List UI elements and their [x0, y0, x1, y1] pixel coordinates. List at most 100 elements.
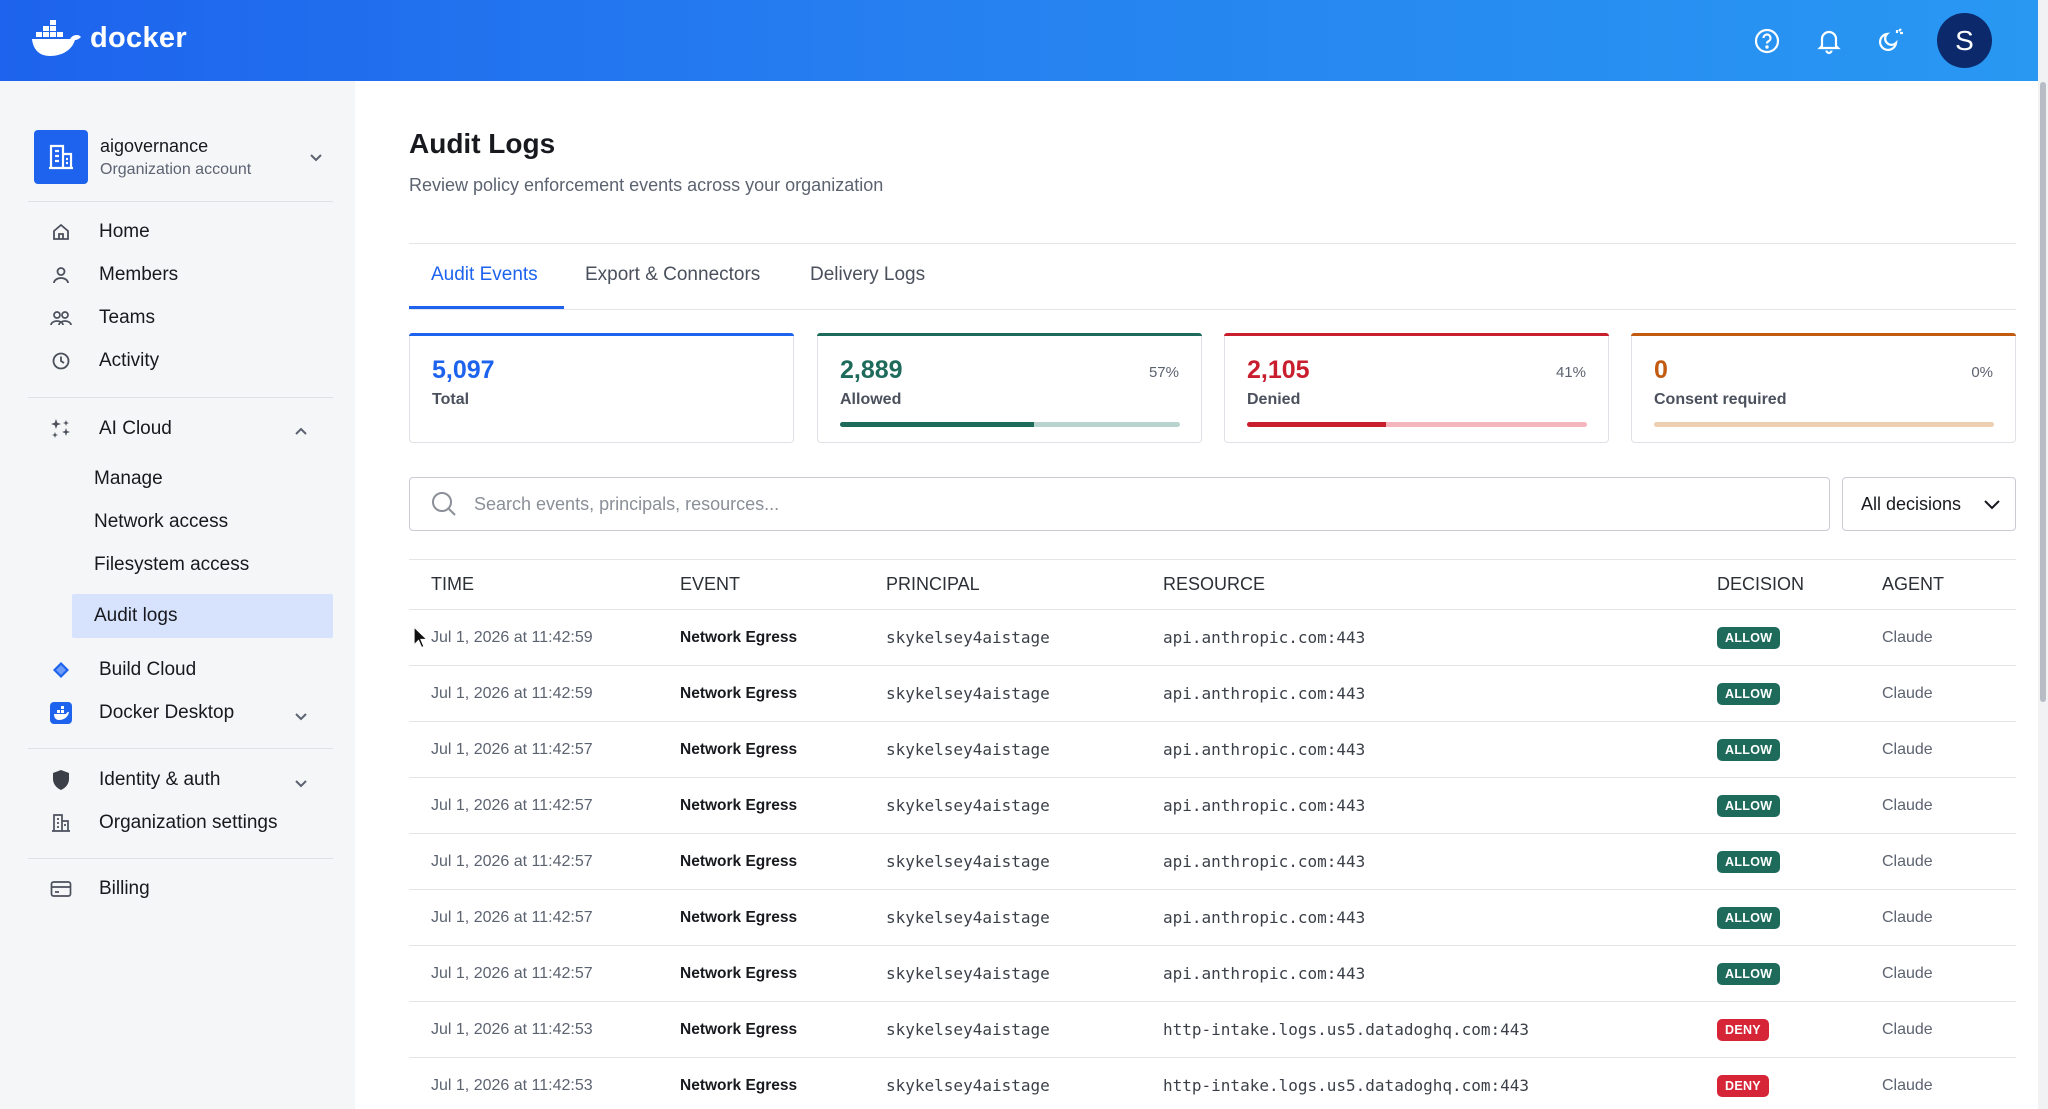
- sidebar-item-docker-desktop[interactable]: Docker Desktop: [50, 702, 234, 724]
- cell-principal: skykelsey4aistage: [886, 889, 1163, 946]
- table-row[interactable]: Jul 1, 2026 at 11:42:59 Network Egress sky…: [409, 665, 2016, 722]
- tab-audit-events[interactable]: Audit Events: [431, 264, 538, 286]
- stat-percent: 57%: [1148, 364, 1179, 381]
- sidebar-item-build-cloud[interactable]: Build Cloud: [50, 659, 196, 681]
- column-header-event[interactable]: EVENT: [680, 559, 886, 610]
- stat-card-consent-required: 0 0% Consent required: [1631, 333, 2016, 443]
- column-header-resource[interactable]: RESOURCE: [1163, 559, 1717, 610]
- cell-principal: skykelsey4aistage: [886, 777, 1163, 834]
- cell-event: Network Egress: [680, 721, 886, 778]
- table-row[interactable]: Jul 1, 2026 at 11:42:57 Network Egress sky…: [409, 945, 2016, 1002]
- org-name: aigovernance: [100, 135, 209, 156]
- column-header-agent[interactable]: AGENT: [1882, 559, 2016, 610]
- card-accent: [1224, 333, 1609, 336]
- sidebar-item-label: Billing: [99, 878, 150, 899]
- sidebar-subitem-network-access[interactable]: Network access: [72, 500, 333, 544]
- docker-desktop-icon: [50, 702, 72, 724]
- cell-resource: api.anthropic.com:443: [1163, 609, 1717, 666]
- cell-time: Jul 1, 2026 at 11:42:57: [409, 833, 680, 890]
- docker-logo[interactable]: docker: [30, 18, 187, 58]
- table-row[interactable]: Jul 1, 2026 at 11:42:57 Network Egress sky…: [409, 833, 2016, 890]
- decision-filter-select[interactable]: All decisions: [1842, 477, 2016, 531]
- sidebar-item-organization-settings[interactable]: Organization settings: [50, 812, 278, 834]
- cell-event: Network Egress: [680, 609, 886, 666]
- cell-principal: skykelsey4aistage: [886, 833, 1163, 890]
- org-type: Organization account: [100, 160, 252, 178]
- scrollbar-thumb[interactable]: [2040, 82, 2046, 702]
- sidebar-item-ai-cloud[interactable]: AI Cloud: [50, 418, 172, 440]
- stat-card-denied: 2,105 41% Denied: [1224, 333, 1609, 443]
- stat-card-total: 5,097 Total: [409, 333, 794, 443]
- building-icon: [50, 812, 72, 834]
- column-header-decision[interactable]: DECISION: [1717, 559, 1882, 610]
- cell-agent: Claude: [1882, 721, 2016, 778]
- cell-event: Network Egress: [680, 833, 886, 890]
- help-icon[interactable]: [1751, 25, 1783, 57]
- shield-icon: [50, 769, 72, 791]
- mouse-cursor-icon: [413, 626, 429, 649]
- chevron-down-icon[interactable]: [293, 775, 309, 791]
- sidebar-item-label: Members: [99, 264, 179, 285]
- sidebar-subitem-filesystem-access[interactable]: Filesystem access: [72, 543, 333, 587]
- decision-badge: ALLOW: [1717, 794, 1781, 817]
- card-accent: [817, 333, 1202, 336]
- stat-percent: 41%: [1555, 364, 1586, 381]
- sidebar-item-members[interactable]: Members: [50, 264, 178, 286]
- tab-delivery-logs[interactable]: Delivery Logs: [810, 264, 925, 286]
- user-avatar[interactable]: S: [1937, 13, 1992, 68]
- chevron-up-icon[interactable]: [293, 424, 309, 440]
- cell-event: Network Egress: [680, 777, 886, 834]
- sidebar-item-activity[interactable]: Activity: [50, 350, 159, 372]
- tab-export-connectors[interactable]: Export & Connectors: [585, 264, 760, 286]
- cell-resource: http-intake.logs.us5.datadoghq.com:443: [1163, 1057, 1717, 1109]
- stat-value: 5,097: [432, 356, 495, 384]
- column-header-time[interactable]: TIME: [409, 559, 680, 610]
- cell-agent: Claude: [1882, 945, 2016, 1002]
- search-input[interactable]: Search events, principals, resources...: [409, 477, 1830, 531]
- table-row[interactable]: Jul 1, 2026 at 11:42:57 Network Egress sky…: [409, 889, 2016, 946]
- decision-badge: ALLOW: [1717, 626, 1781, 649]
- cell-resource: api.anthropic.com:443: [1163, 665, 1717, 722]
- cell-time: Jul 1, 2026 at 11:42:57: [409, 777, 680, 834]
- page-title: Audit Logs: [409, 128, 556, 159]
- sidebar-item-home[interactable]: Home: [50, 221, 150, 243]
- bell-icon[interactable]: [1813, 25, 1845, 57]
- cell-event: Network Egress: [680, 1057, 886, 1109]
- table-row[interactable]: Jul 1, 2026 at 11:42:57 Network Egress sky…: [409, 721, 2016, 778]
- column-header-principal[interactable]: PRINCIPAL: [886, 559, 1163, 610]
- brand-name: docker: [90, 21, 187, 54]
- sidebar-item-label: Build Cloud: [99, 659, 197, 680]
- cell-decision: ALLOW: [1717, 609, 1882, 666]
- cell-time: Jul 1, 2026 at 11:42:53: [409, 1057, 680, 1109]
- sidebar-item-teams[interactable]: Teams: [50, 307, 155, 329]
- divider: [28, 397, 333, 398]
- stat-progress-bar: [840, 422, 1180, 427]
- sidebar-item-label: Activity: [99, 350, 160, 371]
- cell-event: Network Egress: [680, 665, 886, 722]
- cell-decision: ALLOW: [1717, 665, 1882, 722]
- table-row[interactable]: Jul 1, 2026 at 11:42:53 Network Egress sky…: [409, 1057, 2016, 1109]
- decision-badge: DENY: [1717, 1018, 1769, 1041]
- sidebar-subitem-audit-logs[interactable]: Audit logs: [72, 594, 333, 638]
- sidebar-subitem-manage[interactable]: Manage: [72, 457, 333, 501]
- cell-principal: skykelsey4aistage: [886, 665, 1163, 722]
- sidebar-item-label: Home: [99, 221, 150, 242]
- stat-label: Denied: [1247, 391, 1301, 408]
- sidebar-item-identity-auth[interactable]: Identity & auth: [50, 769, 220, 791]
- cell-time: Jul 1, 2026 at 11:42:59: [409, 609, 680, 666]
- org-switcher[interactable]: aigovernance Organization account: [34, 129, 334, 185]
- sidebar-item-label: Teams: [99, 307, 155, 328]
- table-header-row: TIME EVENT PRINCIPAL RESOURCE DECISION A…: [409, 559, 2016, 610]
- sidebar-item-billing[interactable]: Billing: [50, 878, 150, 900]
- cell-agent: Claude: [1882, 609, 2016, 666]
- cell-time: Jul 1, 2026 at 11:42:57: [409, 945, 680, 1002]
- table-row[interactable]: Jul 1, 2026 at 11:42:59 Network Egress sky…: [409, 609, 2016, 666]
- table-row[interactable]: Jul 1, 2026 at 11:42:53 Network Egress sky…: [409, 1001, 2016, 1058]
- stat-percent: 0%: [1971, 364, 1993, 381]
- theme-toggle-icon[interactable]: [1875, 25, 1907, 57]
- chevron-down-icon[interactable]: [293, 708, 309, 724]
- cell-resource: api.anthropic.com:443: [1163, 833, 1717, 890]
- cell-agent: Claude: [1882, 1001, 2016, 1058]
- cell-resource: http-intake.logs.us5.datadoghq.com:443: [1163, 1001, 1717, 1058]
- table-row[interactable]: Jul 1, 2026 at 11:42:57 Network Egress sky…: [409, 777, 2016, 834]
